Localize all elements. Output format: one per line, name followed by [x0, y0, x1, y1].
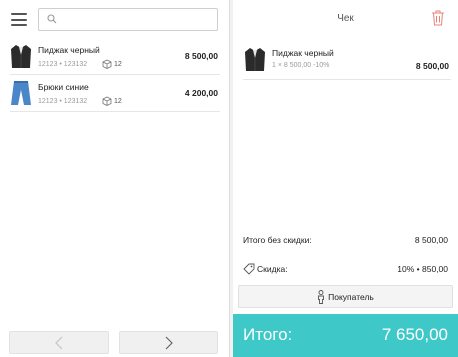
receipt-title: Чек: [337, 13, 354, 24]
receipt-item-detail: 1 × 8 500,00 -10%: [272, 62, 330, 69]
person-icon: [318, 289, 325, 304]
stock-count: 12: [114, 60, 122, 68]
product-row[interactable]: Пиджак черный 12123 • 123132 12 8 500,00: [10, 38, 220, 75]
receipt-item[interactable]: Пиджак черный 1 × 8 500,00 -10% 8 500,00: [243, 40, 451, 80]
menu-icon[interactable]: [11, 13, 27, 26]
next-page-button[interactable]: [119, 331, 218, 354]
discount-label[interactable]: Скидка:: [257, 264, 288, 274]
product-price: 4 200,00: [184, 88, 218, 98]
jacket-icon: [245, 48, 265, 71]
product-code: 12123 • 123132: [38, 98, 88, 105]
receipt-item-price: 8 500,00: [415, 61, 449, 71]
chevron-right-icon: [165, 336, 173, 349]
trousers-icon: [11, 81, 31, 105]
total-label: Итого:: [243, 325, 293, 344]
jacket-icon: [11, 45, 31, 68]
box-icon: [102, 59, 112, 69]
product-stock: 12: [102, 96, 122, 106]
product-name: Пиджак черный: [38, 45, 100, 55]
product-price: 8 500,00: [184, 51, 218, 61]
receipt-pane: Чек Пиджак черный 1 × 8 500,00 -10% 8 50…: [233, 0, 458, 357]
search-field[interactable]: [38, 8, 218, 31]
product-row[interactable]: Брюки синие 12123 • 123132 12 4 200,00: [10, 75, 220, 112]
search-icon: [47, 14, 57, 24]
product-code: 12123 • 123132: [38, 61, 88, 68]
discount-value: 10% • 850,00: [397, 264, 448, 274]
box-icon: [102, 96, 112, 106]
product-stock: 12: [102, 59, 122, 69]
customer-button[interactable]: Покупатель: [238, 285, 453, 308]
product-pane: Пиджак черный 12123 • 123132 12 8 500,00…: [0, 0, 228, 357]
previous-page-button[interactable]: [9, 331, 109, 354]
checkout-total-button[interactable]: Итого: 7 650,00: [233, 314, 458, 357]
customer-label: Покупатель: [328, 291, 374, 302]
product-name: Брюки синие: [38, 82, 89, 92]
search-input[interactable]: [61, 11, 211, 28]
subtotal-label: Итого без скидки:: [243, 235, 312, 245]
product-list: Пиджак черный 12123 • 123132 12 8 500,00…: [10, 38, 220, 112]
stock-count: 12: [114, 97, 122, 105]
tag-icon: [243, 263, 255, 275]
chevron-left-icon: [55, 336, 63, 349]
receipt-item-name: Пиджак черный: [272, 48, 334, 58]
trash-icon[interactable]: [431, 10, 445, 26]
total-value: 7 650,00: [381, 325, 448, 344]
subtotal-value: 8 500,00: [414, 235, 448, 245]
